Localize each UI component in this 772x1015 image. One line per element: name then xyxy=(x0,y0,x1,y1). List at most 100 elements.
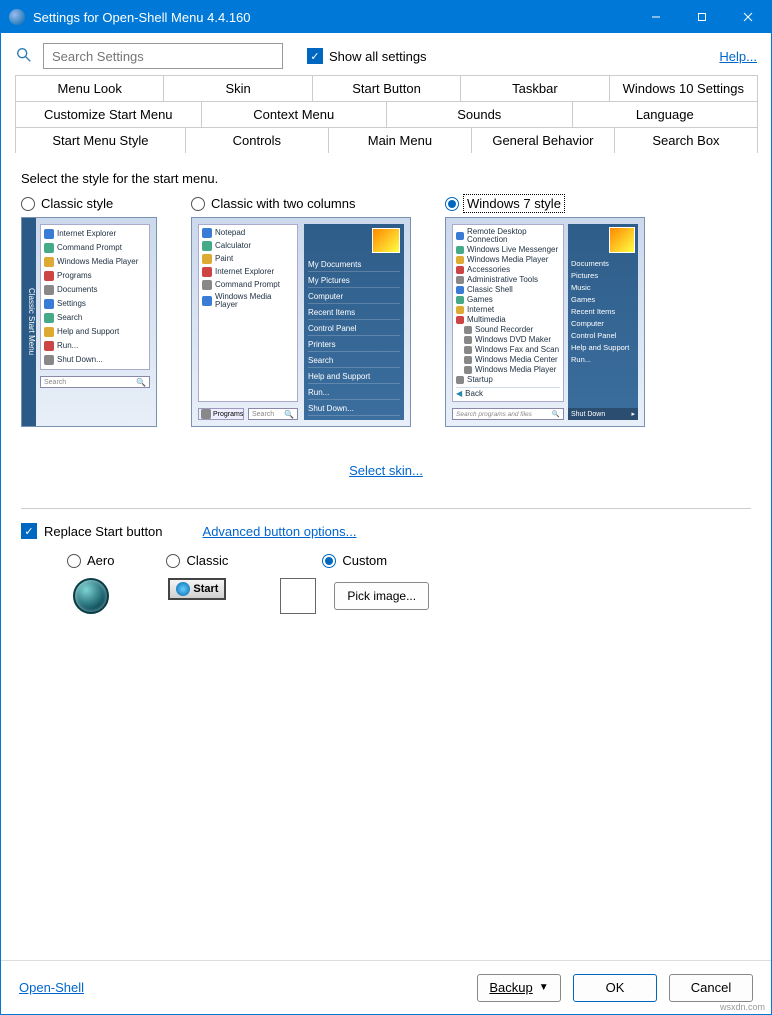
replace-start-button-checkbox[interactable]: ✓ Replace Start button xyxy=(21,523,163,539)
watermark: wsxdn.com xyxy=(720,1002,765,1012)
preview-item: Internet xyxy=(456,306,560,314)
tab-general-behavior[interactable]: General Behavior xyxy=(471,127,615,153)
preview-item: Internet Explorer xyxy=(44,229,146,239)
show-all-label: Show all settings xyxy=(329,49,427,64)
preview-item: Windows Media Player xyxy=(456,256,560,264)
tab-content: Select the style for the start menu. Cla… xyxy=(1,153,771,960)
preview-item: Computer xyxy=(308,292,400,304)
cancel-button[interactable]: Cancel xyxy=(669,974,753,1002)
user-picture-icon xyxy=(372,228,400,253)
preview-item: Music xyxy=(571,283,635,292)
button-style-aero: Aero xyxy=(67,553,114,614)
custom-image-swatch xyxy=(280,578,316,614)
tab-row-2: Customize Start Menu Context Menu Sounds… xyxy=(15,101,757,127)
preview-item: Games xyxy=(456,296,560,304)
tab-sounds[interactable]: Sounds xyxy=(386,101,573,127)
radio-aero[interactable]: Aero xyxy=(67,553,114,568)
preview-item: Administrative Tools xyxy=(456,276,560,284)
preview-item: Control Panel xyxy=(571,331,635,340)
tab-context-menu[interactable]: Context Menu xyxy=(201,101,388,127)
tab-start-button[interactable]: Start Button xyxy=(312,75,461,101)
preview-item: Help and Support xyxy=(308,372,400,384)
search-icon xyxy=(15,46,33,67)
settings-window: Settings for Open-Shell Menu 4.4.160 ✓ S… xyxy=(0,0,772,1015)
preview-item: Accessories xyxy=(456,266,560,274)
advanced-button-options-link[interactable]: Advanced button options... xyxy=(203,524,357,539)
help-link[interactable]: Help... xyxy=(719,49,757,64)
radio-label: Classic with two columns xyxy=(211,196,356,211)
ok-button[interactable]: OK xyxy=(573,974,657,1002)
footer: Open-Shell Backup▼ OK Cancel xyxy=(1,960,771,1014)
preview-search: Search programs and files🔍 xyxy=(452,408,564,420)
preview-item: Games xyxy=(571,295,635,304)
radio-label: Aero xyxy=(87,553,114,568)
button-style-row: Aero Classic Start Custom xyxy=(67,553,751,614)
select-skin-link[interactable]: Select skin... xyxy=(349,463,423,478)
tab-taskbar[interactable]: Taskbar xyxy=(460,75,609,101)
preview-item: Command Prompt xyxy=(44,243,146,253)
preview-item: Shut Down... xyxy=(308,404,400,416)
tab-row-3: Start Menu Style Controls Main Menu Gene… xyxy=(15,127,757,153)
radio-icon xyxy=(191,197,205,211)
close-button[interactable] xyxy=(725,1,771,33)
pick-image-button[interactable]: Pick image... xyxy=(334,582,429,610)
preview-windows7[interactable]: Remote Desktop ConnectionWindows Live Me… xyxy=(445,217,645,427)
tab-language[interactable]: Language xyxy=(572,101,759,127)
preview-item: Computer xyxy=(571,319,635,328)
style-two-columns: Classic with two columns NotepadCalculat… xyxy=(191,196,411,427)
preview-item: Shut Down... xyxy=(44,355,146,365)
tab-start-menu-style[interactable]: Start Menu Style xyxy=(15,127,186,153)
titlebar: Settings for Open-Shell Menu 4.4.160 xyxy=(1,1,771,33)
preview-item: Notepad xyxy=(202,228,294,238)
preview-item: Internet Explorer xyxy=(202,267,294,277)
dropdown-arrow-icon: ▼ xyxy=(539,982,549,993)
maximize-button[interactable] xyxy=(679,1,725,33)
preview-item: Control Panel xyxy=(308,324,400,336)
topbar: ✓ Show all settings Help... xyxy=(1,33,771,75)
radio-icon xyxy=(445,197,459,211)
tab-row-1: Menu Look Skin Start Button Taskbar Wind… xyxy=(15,75,757,101)
button-style-custom: Custom Pick image... xyxy=(280,553,429,614)
style-row: Classic style Classic Start Menu Interne… xyxy=(21,196,751,427)
divider xyxy=(21,508,751,509)
preview-two-columns[interactable]: NotepadCalculatorPaintInternet ExplorerC… xyxy=(191,217,411,427)
preview-item: Windows DVD Maker xyxy=(456,336,560,344)
radio-windows7-style[interactable]: Windows 7 style xyxy=(445,196,645,211)
radio-classic-style[interactable]: Classic style xyxy=(21,196,157,211)
tab-main-menu[interactable]: Main Menu xyxy=(328,127,472,153)
check-icon: ✓ xyxy=(307,48,323,64)
radio-classic[interactable]: Classic xyxy=(166,553,228,568)
radio-label: Custom xyxy=(342,553,387,568)
preview-item: Multimedia xyxy=(456,316,560,324)
open-shell-link[interactable]: Open-Shell xyxy=(19,980,84,995)
backup-button[interactable]: Backup▼ xyxy=(477,974,561,1002)
preview-shutdown: Shut Down▸ xyxy=(568,408,638,420)
button-style-classic: Classic Start xyxy=(166,553,228,600)
radio-icon xyxy=(166,554,180,568)
tab-windows10-settings[interactable]: Windows 10 Settings xyxy=(609,75,758,101)
show-all-settings-checkbox[interactable]: ✓ Show all settings xyxy=(307,48,427,64)
preview-item: Pictures xyxy=(571,271,635,280)
radio-label: Windows 7 style xyxy=(465,196,563,211)
preview-item: Recent Items xyxy=(308,308,400,320)
preview-back: ◀Back xyxy=(456,387,560,398)
preview-classic[interactable]: Classic Start Menu Internet Explorer Comm… xyxy=(21,217,157,427)
preview-item: My Pictures xyxy=(308,276,400,288)
tab-menu-look[interactable]: Menu Look xyxy=(15,75,164,101)
tab-controls[interactable]: Controls xyxy=(185,127,329,153)
minimize-button[interactable] xyxy=(633,1,679,33)
preview-item: Search xyxy=(44,313,146,323)
radio-label: Classic style xyxy=(41,196,113,211)
preview-item: Help and Support xyxy=(44,327,146,337)
preview-item: Remote Desktop Connection xyxy=(456,228,560,244)
radio-custom[interactable]: Custom xyxy=(322,553,387,568)
tab-skin[interactable]: Skin xyxy=(163,75,312,101)
search-input[interactable] xyxy=(43,43,283,69)
radio-two-columns[interactable]: Classic with two columns xyxy=(191,196,411,211)
tab-customize-start-menu[interactable]: Customize Start Menu xyxy=(15,101,202,127)
tab-search-box[interactable]: Search Box xyxy=(614,127,758,153)
tabs: Menu Look Skin Start Button Taskbar Wind… xyxy=(1,75,771,153)
preview-item: Windows Media Center xyxy=(456,356,560,364)
select-skin-row: Select skin... xyxy=(21,463,751,478)
preview-sidebar: Classic Start Menu xyxy=(22,218,36,426)
